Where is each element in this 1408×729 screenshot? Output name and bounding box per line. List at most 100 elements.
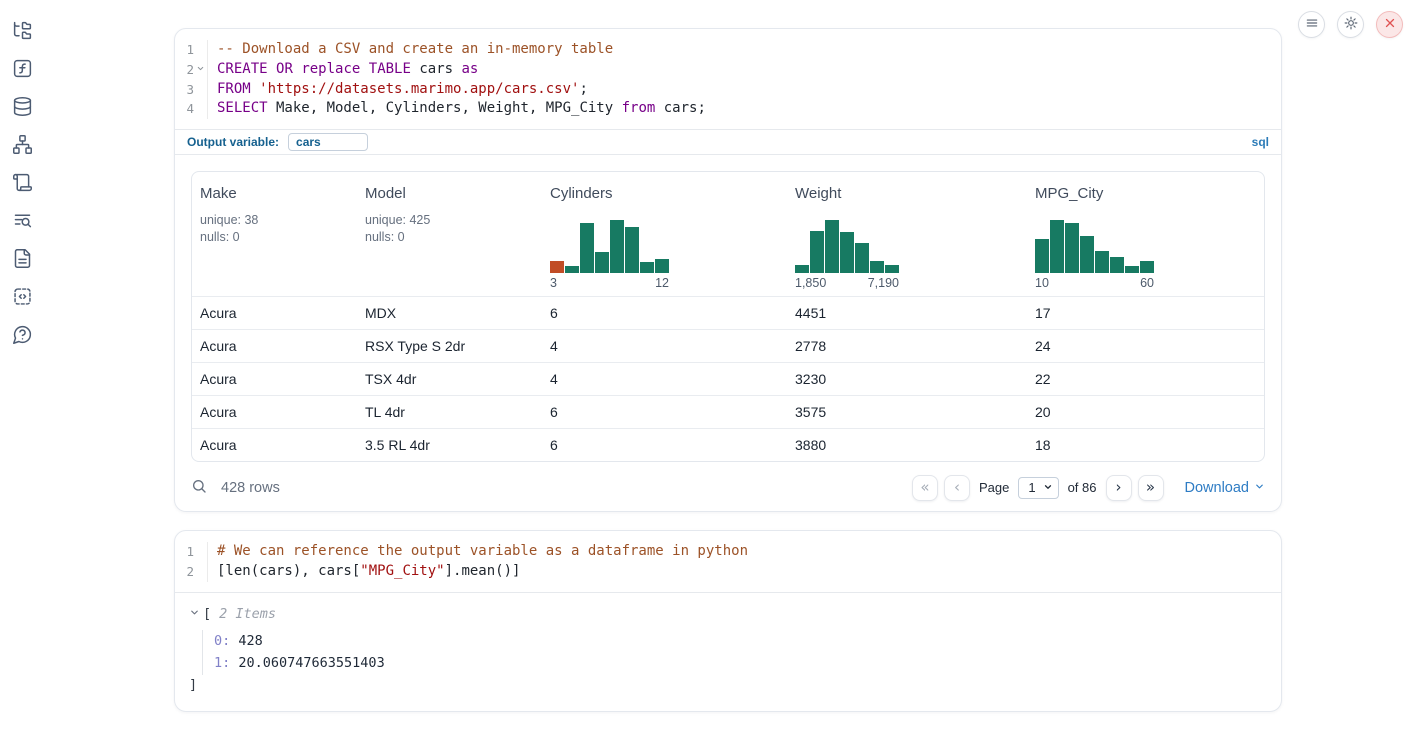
histogram-bar xyxy=(610,220,624,273)
histogram-bar xyxy=(595,252,609,273)
table-cell: 6 xyxy=(542,305,787,321)
column-title: Model xyxy=(365,185,542,202)
tree-body: 0: 4281: 20.060747663551403 xyxy=(202,630,1265,675)
table-header: Makeunique: 38nulls: 0 Model unique: 425nu… xyxy=(192,172,1264,296)
table-cell: Acura xyxy=(192,338,357,354)
axis-max-label: 60 xyxy=(1140,276,1154,290)
sidebar-item-snippets[interactable] xyxy=(10,286,34,310)
sidebar-item-dependency-graph[interactable] xyxy=(10,134,34,158)
histogram-bar xyxy=(640,262,654,273)
tree-item-key: 0: xyxy=(214,633,230,649)
column-summary: unique: 38nulls: 0 xyxy=(200,212,357,245)
help-bubble-icon xyxy=(12,324,33,348)
table-cell: 4 xyxy=(542,338,787,354)
histogram-bar xyxy=(825,220,839,273)
column-histogram: 312 xyxy=(550,220,787,290)
column-header-mpg_city[interactable]: MPG_City1060 xyxy=(1027,172,1264,296)
table-cell: 22 xyxy=(1027,371,1264,387)
line-number: 3 xyxy=(175,80,194,100)
tree-collapse-toggle[interactable]: [ 2 Items xyxy=(189,606,1265,622)
output-variable-input[interactable] xyxy=(288,133,368,151)
table-row[interactable]: AcuraMDX6445117 xyxy=(192,296,1264,329)
function-square-icon xyxy=(12,58,33,82)
table-cell: Acura xyxy=(192,371,357,387)
sidebar-item-scratchpad[interactable] xyxy=(10,172,34,196)
table-cell: MDX xyxy=(357,305,542,321)
table-cell: 6 xyxy=(542,404,787,420)
sidebar-item-help[interactable] xyxy=(10,324,34,348)
topbar-actions xyxy=(1298,11,1403,38)
sidebar-item-file-explorer[interactable] xyxy=(10,20,34,44)
histogram-bar xyxy=(1110,257,1124,273)
column-header-weight[interactable]: Weight1,8507,190 xyxy=(787,172,1027,296)
table-footer: 428 rows « ‹ Page 1 of 86 › » Download xyxy=(175,462,1281,512)
column-header-make[interactable]: Makeunique: 38nulls: 0 xyxy=(192,172,357,296)
histogram-bar xyxy=(655,259,669,273)
line-number: 2 xyxy=(175,562,194,582)
code-text: # We can reference the output variable a… xyxy=(207,542,748,562)
notebook-menu-button[interactable] xyxy=(1298,11,1325,38)
pagination: « ‹ Page 1 of 86 › » Download xyxy=(912,475,1265,501)
histogram-bar xyxy=(885,265,899,273)
column-header-cylinders[interactable]: Cylinders 312 xyxy=(542,172,787,296)
table-cell: 3575 xyxy=(787,404,1027,420)
python-code-editor[interactable]: 1 # We can reference the output variable … xyxy=(175,531,1281,592)
chevron-down-icon xyxy=(189,606,202,622)
code-line: 4SELECT Make, Model, Cylinders, Weight, … xyxy=(175,99,1281,119)
line-number: 1 xyxy=(175,542,194,562)
row-count-label: 428 rows xyxy=(221,480,280,496)
code-text: CREATE OR replace TABLE cars as xyxy=(207,60,478,80)
histogram-bar xyxy=(1035,239,1049,273)
database-icon xyxy=(12,96,33,120)
file-tree-icon xyxy=(12,20,33,44)
column-header-model[interactable]: Model unique: 425nulls: 0 xyxy=(357,172,542,296)
table-cell: 4451 xyxy=(787,305,1027,321)
sidebar-item-functions[interactable] xyxy=(10,58,34,82)
histogram-bar xyxy=(625,227,639,273)
table-search-button[interactable] xyxy=(191,478,207,497)
column-summary: unique: 425nulls: 0 xyxy=(365,212,542,245)
page-select[interactable]: 1 xyxy=(1018,477,1058,499)
first-page-button[interactable]: « xyxy=(912,475,938,501)
code-text: FROM 'https://datasets.marimo.app/cars.c… xyxy=(207,80,588,100)
table-cell: TSX 4dr xyxy=(357,371,542,387)
search-icon xyxy=(191,478,207,497)
chevron-down-icon xyxy=(1043,480,1053,495)
download-button[interactable]: Download xyxy=(1185,480,1266,496)
column-title: Cylinders xyxy=(550,185,787,202)
scroll-icon xyxy=(12,172,33,196)
chevron-down-icon xyxy=(1254,480,1265,496)
next-page-button[interactable]: › xyxy=(1106,475,1132,501)
histogram-bar xyxy=(1080,236,1094,273)
fold-gutter xyxy=(194,40,207,44)
sidebar-item-data-sources[interactable] xyxy=(10,96,34,120)
sidebar xyxy=(0,0,44,729)
code-text: -- Download a CSV and create an in-memor… xyxy=(207,40,613,60)
settings-button[interactable] xyxy=(1337,11,1364,38)
page-select-value: 1 xyxy=(1028,480,1035,495)
column-title: Weight xyxy=(795,185,1027,202)
code-line: 2[len(cars), cars["MPG_City"].mean()] xyxy=(175,562,1281,582)
prev-page-button[interactable]: ‹ xyxy=(944,475,970,501)
sql-code-editor[interactable]: 1-- Download a CSV and create an in-memo… xyxy=(175,29,1281,129)
tree-open-bracket: [ xyxy=(203,606,211,622)
shutdown-button[interactable] xyxy=(1376,11,1403,38)
table-cell: 24 xyxy=(1027,338,1264,354)
code-text: SELECT Make, Model, Cylinders, Weight, M… xyxy=(207,99,706,119)
code-line: 3 FROM 'https://datasets.marimo.app/cars.… xyxy=(175,80,1281,100)
last-page-button[interactable]: » xyxy=(1138,475,1164,501)
sidebar-item-logs[interactable] xyxy=(10,210,34,234)
histogram-bar xyxy=(1050,220,1064,273)
table-cell: 3880 xyxy=(787,437,1027,453)
tree-item: 0: 428 xyxy=(214,630,1265,653)
code-line: 1 # We can reference the output variable … xyxy=(175,542,1281,562)
fold-gutter xyxy=(194,80,207,84)
table-row[interactable]: AcuraRSX Type S 2dr4277824 xyxy=(192,329,1264,362)
table-row[interactable]: AcuraTSX 4dr4323022 xyxy=(192,362,1264,395)
fold-chevron-icon[interactable] xyxy=(194,60,207,73)
table-row[interactable]: AcuraTL 4dr6357520 xyxy=(192,395,1264,428)
table-row[interactable]: Acura3.5 RL 4dr6388018 xyxy=(192,428,1264,461)
python-cell: 1 # We can reference the output variable … xyxy=(174,530,1282,712)
sidebar-item-documentation[interactable] xyxy=(10,248,34,272)
axis-max-label: 7,190 xyxy=(868,276,899,290)
